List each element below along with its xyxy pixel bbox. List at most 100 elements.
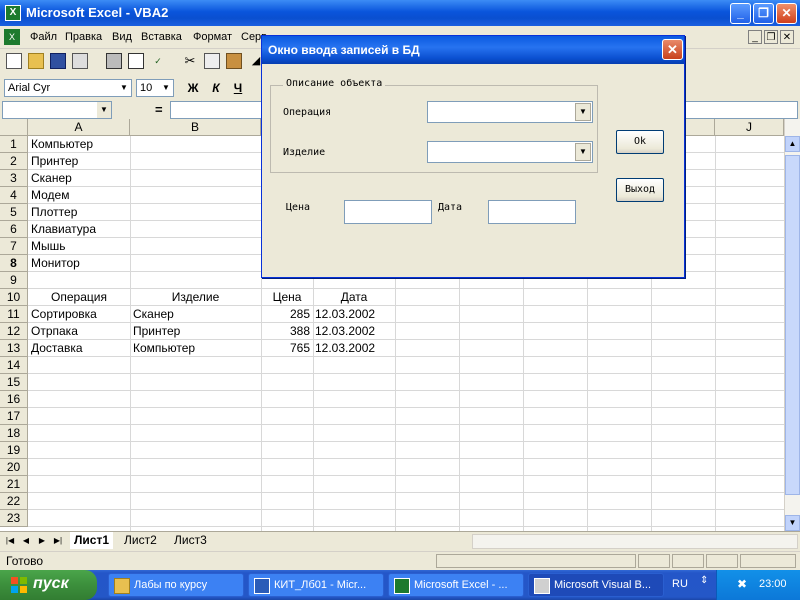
row-header[interactable]: 11 bbox=[0, 306, 28, 323]
row-header[interactable]: 19 bbox=[0, 442, 28, 459]
table-cell[interactable]: 12.03.2002 bbox=[315, 340, 375, 357]
row-header[interactable]: 3 bbox=[0, 170, 28, 187]
table-cell[interactable]: Компьютер bbox=[133, 340, 195, 357]
task-vba[interactable]: Microsoft Visual B... bbox=[528, 573, 664, 597]
dialog-close-button[interactable]: ✕ bbox=[662, 39, 683, 60]
sheet-tab-3[interactable]: Лист3 bbox=[170, 532, 211, 549]
table-header-product[interactable]: Изделие bbox=[130, 289, 261, 306]
language-bar-icon[interactable]: ⇕ bbox=[700, 575, 708, 586]
operation-combo[interactable]: ▼ bbox=[427, 101, 593, 123]
open-icon[interactable] bbox=[28, 53, 44, 69]
cell[interactable]: Компьютер bbox=[31, 136, 93, 153]
row-header[interactable]: 14 bbox=[0, 357, 28, 374]
row-header[interactable]: 7 bbox=[0, 238, 28, 255]
select-all-corner[interactable] bbox=[0, 119, 28, 136]
paste-icon[interactable] bbox=[226, 53, 242, 69]
menu-edit[interactable]: Правка bbox=[65, 31, 102, 43]
column-header-b[interactable]: B bbox=[130, 119, 261, 136]
italic-button[interactable]: К bbox=[207, 80, 225, 96]
row-header[interactable]: 6 bbox=[0, 221, 28, 238]
row-header[interactable]: 5 bbox=[0, 204, 28, 221]
price-input[interactable] bbox=[344, 200, 432, 224]
task-word[interactable]: КИТ_Лб01 - Micr... bbox=[248, 573, 384, 597]
table-cell[interactable]: Отрпака bbox=[31, 323, 78, 340]
task-folder[interactable]: Лабы по курсу bbox=[108, 573, 244, 597]
bold-button[interactable]: Ж bbox=[184, 80, 202, 96]
menu-insert[interactable]: Вставка bbox=[141, 31, 182, 43]
network-icon[interactable]: ✖ bbox=[737, 577, 753, 593]
cell[interactable]: Сканер bbox=[31, 170, 72, 187]
exit-button[interactable]: Выход bbox=[616, 178, 664, 202]
table-cell[interactable]: 388 bbox=[261, 323, 310, 340]
sheet-tab-1[interactable]: Лист1 bbox=[70, 532, 114, 549]
row-header[interactable]: 23 bbox=[0, 510, 28, 527]
next-sheet-icon[interactable]: ▶ bbox=[36, 535, 48, 547]
menu-file[interactable]: Файл bbox=[30, 31, 57, 43]
excel-app-icon[interactable]: X bbox=[5, 5, 21, 21]
table-cell[interactable]: 12.03.2002 bbox=[315, 306, 375, 323]
cell[interactable]: Клавиатура bbox=[31, 221, 96, 238]
row-header[interactable]: 15 bbox=[0, 374, 28, 391]
row-header[interactable]: 21 bbox=[0, 476, 28, 493]
row-header[interactable]: 22 bbox=[0, 493, 28, 510]
column-header-j[interactable]: J bbox=[715, 119, 784, 136]
column-header-a[interactable]: A bbox=[28, 119, 130, 136]
permission-icon[interactable] bbox=[72, 53, 88, 69]
cell[interactable]: Модем bbox=[31, 187, 69, 204]
minimize-button[interactable]: _ bbox=[730, 3, 751, 24]
cell[interactable]: Монитор bbox=[31, 255, 80, 272]
row-header[interactable]: 9 bbox=[0, 272, 28, 289]
row-header[interactable]: 4 bbox=[0, 187, 28, 204]
row-header-active[interactable]: 8 bbox=[0, 255, 28, 272]
font-size-combo[interactable]: 10 ▼ bbox=[136, 79, 174, 97]
table-cell[interactable]: Принтер bbox=[133, 323, 180, 340]
formula-equals[interactable]: = bbox=[155, 102, 163, 117]
doc-close-button[interactable]: ✕ bbox=[780, 30, 794, 44]
horizontal-scrollbar[interactable] bbox=[472, 534, 798, 549]
row-header[interactable]: 2 bbox=[0, 153, 28, 170]
print-preview-icon[interactable] bbox=[128, 53, 144, 69]
row-header[interactable]: 20 bbox=[0, 459, 28, 476]
workbook-icon[interactable]: X bbox=[4, 29, 20, 45]
scroll-down-button[interactable]: ▼ bbox=[785, 515, 800, 531]
menu-view[interactable]: Вид bbox=[112, 31, 132, 43]
vertical-scrollbar[interactable]: ▲ ▼ bbox=[784, 119, 800, 531]
underline-button[interactable]: Ч bbox=[229, 80, 247, 96]
table-cell[interactable]: Сканер bbox=[133, 306, 174, 323]
prev-sheet-icon[interactable]: ◀ bbox=[20, 535, 32, 547]
chevron-down-icon[interactable]: ▼ bbox=[97, 102, 111, 118]
doc-minimize-button[interactable]: _ bbox=[748, 30, 762, 44]
print-icon[interactable] bbox=[106, 53, 122, 69]
table-cell[interactable]: Доставка bbox=[31, 340, 83, 357]
row-header[interactable]: 1 bbox=[0, 136, 28, 153]
cell[interactable]: Плоттер bbox=[31, 204, 77, 221]
row-header[interactable]: 10 bbox=[0, 289, 28, 306]
row-header[interactable]: 17 bbox=[0, 408, 28, 425]
sheet-tab-2[interactable]: Лист2 bbox=[120, 532, 161, 549]
row-header[interactable]: 12 bbox=[0, 323, 28, 340]
cut-icon[interactable]: ✂ bbox=[182, 53, 198, 69]
language-indicator[interactable]: RU bbox=[672, 578, 688, 590]
product-combo[interactable]: ▼ bbox=[427, 141, 593, 163]
scroll-up-button[interactable]: ▲ bbox=[785, 136, 800, 152]
ok-button[interactable]: Ok bbox=[616, 130, 664, 154]
close-button[interactable]: ✕ bbox=[776, 3, 797, 24]
cell[interactable]: Принтер bbox=[31, 153, 78, 170]
table-cell[interactable]: 285 bbox=[261, 306, 310, 323]
table-header-operation[interactable]: Операция bbox=[28, 289, 130, 306]
spelling-icon[interactable]: ✓ bbox=[150, 53, 166, 69]
task-excel[interactable]: Microsoft Excel - ... bbox=[388, 573, 524, 597]
scroll-thumb[interactable] bbox=[785, 155, 800, 495]
chevron-down-icon[interactable]: ▼ bbox=[117, 80, 131, 96]
font-name-combo[interactable]: Arial Cyr ▼ bbox=[4, 79, 132, 97]
chevron-down-icon[interactable]: ▼ bbox=[575, 143, 591, 161]
doc-restore-button[interactable]: ❐ bbox=[764, 30, 778, 44]
menu-format[interactable]: Формат bbox=[193, 31, 232, 43]
table-header-date[interactable]: Дата bbox=[313, 289, 395, 306]
dialog-titlebar[interactable]: Окно ввода записей в БД ✕ bbox=[262, 36, 684, 64]
first-sheet-icon[interactable]: |◀ bbox=[4, 535, 16, 547]
cell[interactable]: Мышь bbox=[31, 238, 66, 255]
save-icon[interactable] bbox=[50, 53, 66, 69]
name-box[interactable]: ▼ bbox=[2, 101, 112, 119]
chevron-down-icon[interactable]: ▼ bbox=[575, 103, 591, 121]
